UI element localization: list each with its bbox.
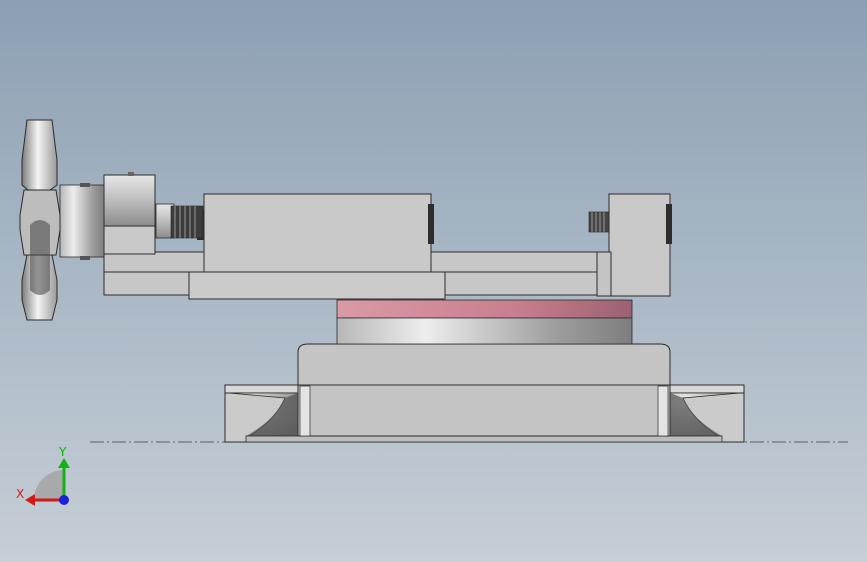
jaw-screw [588,211,610,233]
screw-housing[interactable] [103,172,156,255]
x-axis-label: X [16,487,24,501]
triad-plane-quadrant [34,470,64,500]
x-axis-arrowhead [25,494,35,506]
lead-screw[interactable] [155,203,204,239]
swivel-ring[interactable] [336,299,633,345]
movable-jaw[interactable] [197,193,434,273]
swivel-block[interactable] [297,343,671,437]
y-axis-arrowhead [58,458,70,468]
handwheel[interactable] [19,119,61,321]
z-axis-dot [59,495,69,505]
fixed-jaw[interactable] [588,193,672,297]
cad-viewport[interactable]: Y X [0,0,867,562]
handwheel-hub[interactable] [59,183,105,260]
vise-model-view: Y X [16,119,848,506]
y-axis-label: Y [58,445,67,459]
coordinate-triad: Y X [16,445,70,506]
